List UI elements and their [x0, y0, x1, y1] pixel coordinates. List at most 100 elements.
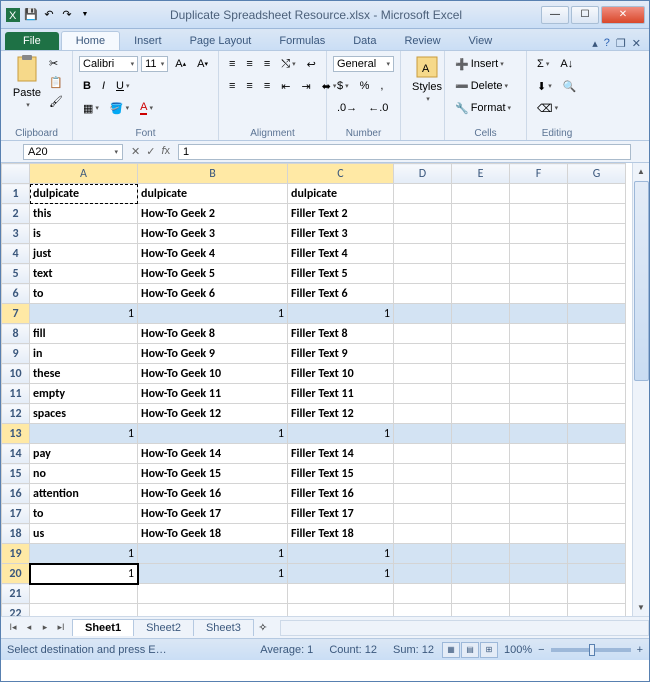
cell-C14[interactable]: Filler Text 14 [288, 444, 394, 464]
cell-F8[interactable] [510, 324, 568, 344]
cell-D21[interactable] [394, 584, 452, 604]
cell-D1[interactable] [394, 184, 452, 204]
column-header-C[interactable]: C [288, 164, 394, 184]
cell-B14[interactable]: How-To Geek 14 [138, 444, 288, 464]
orientation-icon[interactable]: ⤭▾ [277, 56, 299, 73]
cell-F3[interactable] [510, 224, 568, 244]
cell-B17[interactable]: How-To Geek 17 [138, 504, 288, 524]
cell-B15[interactable]: How-To Geek 15 [138, 464, 288, 484]
undo-icon[interactable]: ↶ [41, 7, 57, 23]
cell-B7[interactable]: 1 [138, 304, 288, 324]
tab-nav-first-icon[interactable]: I◂ [5, 622, 21, 633]
formula-bar[interactable]: 1 [178, 144, 631, 160]
fx-icon[interactable]: fx [161, 145, 170, 158]
delete-cells-button[interactable]: ➖Delete▾ [451, 78, 512, 95]
cell-G11[interactable] [568, 384, 626, 404]
cell-G14[interactable] [568, 444, 626, 464]
cell-C4[interactable]: Filler Text 4 [288, 244, 394, 264]
cell-F18[interactable] [510, 524, 568, 544]
cell-A18[interactable]: us [30, 524, 138, 544]
format-cells-button[interactable]: 🔧Format▾ [451, 100, 515, 117]
row-header-21[interactable]: 21 [2, 584, 30, 604]
cell-D15[interactable] [394, 464, 452, 484]
cell-A11[interactable]: empty [30, 384, 138, 404]
row-header-13[interactable]: 13 [2, 424, 30, 444]
sort-filter-icon[interactable]: A↓ [556, 56, 577, 72]
cell-A9[interactable]: in [30, 344, 138, 364]
cell-E11[interactable] [452, 384, 510, 404]
comma-icon[interactable]: , [376, 78, 387, 94]
cell-E17[interactable] [452, 504, 510, 524]
bold-button[interactable]: B [79, 78, 95, 94]
autosum-icon[interactable]: Σ▾ [533, 56, 553, 72]
cell-G7[interactable] [568, 304, 626, 324]
cell-B16[interactable]: How-To Geek 16 [138, 484, 288, 504]
name-box[interactable]: A20▾ [23, 144, 123, 160]
new-sheet-icon[interactable]: ✧ [254, 621, 272, 634]
cell-G12[interactable] [568, 404, 626, 424]
cell-E15[interactable] [452, 464, 510, 484]
cell-F7[interactable] [510, 304, 568, 324]
cell-C21[interactable] [288, 584, 394, 604]
cell-E5[interactable] [452, 264, 510, 284]
cell-B6[interactable]: How-To Geek 6 [138, 284, 288, 304]
tab-insert[interactable]: Insert [120, 32, 176, 50]
fill-color-icon[interactable]: 🪣▾ [106, 100, 133, 117]
cell-C7[interactable]: 1 [288, 304, 394, 324]
cell-E20[interactable] [452, 564, 510, 584]
find-select-icon[interactable]: 🔍 [559, 78, 581, 95]
scroll-up-icon[interactable]: ▲ [633, 163, 649, 180]
cell-G22[interactable] [568, 604, 626, 617]
align-middle-icon[interactable]: ≡ [242, 56, 256, 72]
cell-B9[interactable]: How-To Geek 9 [138, 344, 288, 364]
decrease-decimal-icon[interactable]: ←.0 [364, 100, 392, 116]
grow-font-icon[interactable]: A▴ [171, 56, 190, 72]
cell-G9[interactable] [568, 344, 626, 364]
paste-button[interactable]: Paste▾ [7, 53, 47, 119]
cell-C5[interactable]: Filler Text 5 [288, 264, 394, 284]
cell-D7[interactable] [394, 304, 452, 324]
sheet-tab-Sheet1[interactable]: Sheet1 [72, 619, 134, 636]
cell-C9[interactable]: Filler Text 9 [288, 344, 394, 364]
row-header-14[interactable]: 14 [2, 444, 30, 464]
cell-D16[interactable] [394, 484, 452, 504]
clear-icon[interactable]: ⌫▾ [533, 100, 562, 117]
row-header-8[interactable]: 8 [2, 324, 30, 344]
cell-B5[interactable]: How-To Geek 5 [138, 264, 288, 284]
cell-G8[interactable] [568, 324, 626, 344]
cell-F21[interactable] [510, 584, 568, 604]
save-icon[interactable]: 💾 [23, 7, 39, 23]
cell-D2[interactable] [394, 204, 452, 224]
cell-F12[interactable] [510, 404, 568, 424]
cell-F11[interactable] [510, 384, 568, 404]
tab-home[interactable]: Home [61, 31, 120, 50]
fill-icon[interactable]: ⬇▾ [533, 78, 556, 95]
scroll-down-icon[interactable]: ▼ [633, 599, 649, 616]
tab-view[interactable]: View [455, 32, 507, 50]
row-header-1[interactable]: 1 [2, 184, 30, 204]
view-page-layout-icon[interactable]: ▤ [461, 642, 479, 658]
italic-button[interactable]: I [98, 78, 109, 94]
row-header-20[interactable]: 20 [2, 564, 30, 584]
cell-A17[interactable]: to [30, 504, 138, 524]
cell-E18[interactable] [452, 524, 510, 544]
help-icon[interactable]: ? [604, 37, 610, 50]
cell-E12[interactable] [452, 404, 510, 424]
tab-review[interactable]: Review [390, 32, 454, 50]
cell-G10[interactable] [568, 364, 626, 384]
cell-B4[interactable]: How-To Geek 4 [138, 244, 288, 264]
cell-A16[interactable]: attention [30, 484, 138, 504]
cell-A2[interactable]: this [30, 204, 138, 224]
row-header-10[interactable]: 10 [2, 364, 30, 384]
cell-A13[interactable]: 1 [30, 424, 138, 444]
cell-C1[interactable]: dulpicate [288, 184, 394, 204]
cell-G2[interactable] [568, 204, 626, 224]
cell-G3[interactable] [568, 224, 626, 244]
cell-E8[interactable] [452, 324, 510, 344]
styles-button[interactable]: A Styles▾ [407, 53, 447, 119]
row-header-5[interactable]: 5 [2, 264, 30, 284]
cell-C12[interactable]: Filler Text 12 [288, 404, 394, 424]
cell-F19[interactable] [510, 544, 568, 564]
cell-A8[interactable]: fill [30, 324, 138, 344]
cell-B12[interactable]: How-To Geek 12 [138, 404, 288, 424]
